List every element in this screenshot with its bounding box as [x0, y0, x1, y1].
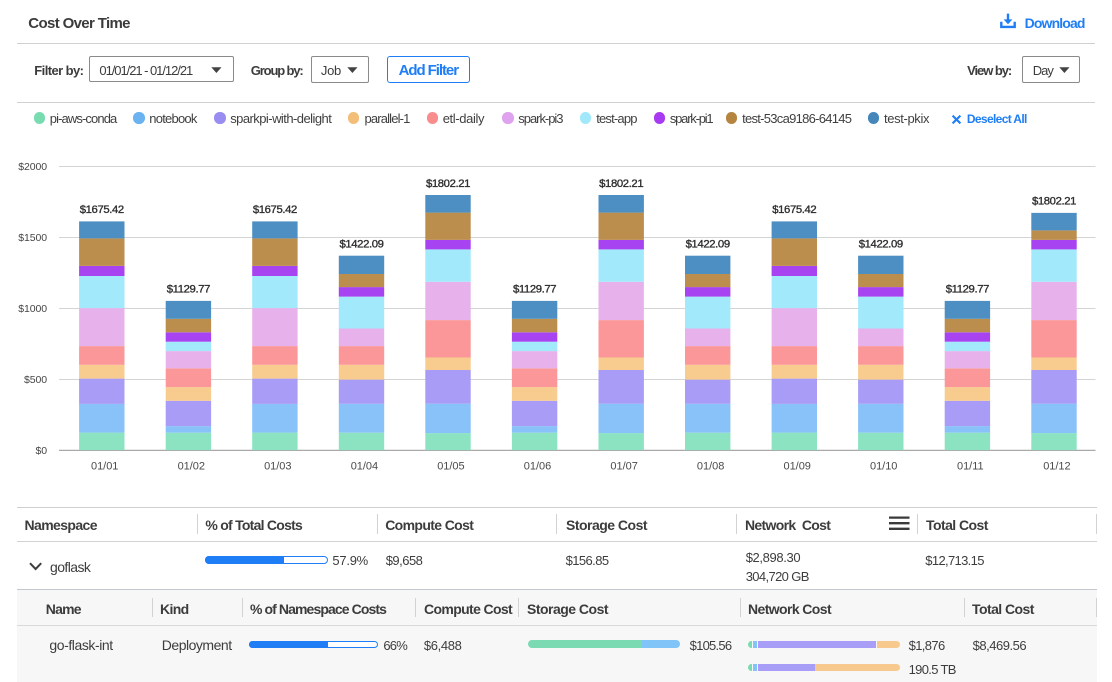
svg-text:$1000: $1000 [18, 303, 47, 315]
svg-text:01/04: 01/04 [351, 460, 378, 472]
svg-text:01/10: 01/10 [870, 460, 897, 472]
svg-text:$1675.42: $1675.42 [772, 204, 816, 216]
svg-text:$1675.42: $1675.42 [253, 204, 297, 216]
svg-text:$1802.21: $1802.21 [599, 178, 643, 190]
svg-text:01/11: 01/11 [957, 460, 984, 472]
svg-text:$1129.77: $1129.77 [167, 284, 210, 296]
svg-text:$1422.09: $1422.09 [859, 239, 903, 251]
svg-text:$0: $0 [35, 445, 47, 457]
svg-text:01/08: 01/08 [697, 460, 724, 472]
svg-text:$1802.21: $1802.21 [1032, 196, 1076, 208]
svg-text:$1802.21: $1802.21 [426, 178, 470, 190]
svg-text:$1129.77: $1129.77 [513, 284, 556, 296]
svg-text:01/05: 01/05 [437, 460, 464, 472]
svg-text:$1129.77: $1129.77 [946, 284, 989, 296]
svg-text:01/07: 01/07 [610, 460, 637, 472]
svg-text:01/12: 01/12 [1043, 460, 1070, 472]
svg-text:$1422.09: $1422.09 [686, 239, 730, 251]
svg-text:01/06: 01/06 [524, 460, 551, 472]
svg-text:$2000: $2000 [18, 161, 47, 173]
svg-text:$1422.09: $1422.09 [339, 239, 383, 251]
svg-text:$500: $500 [24, 374, 47, 386]
svg-text:01/01: 01/01 [91, 460, 118, 472]
svg-text:01/02: 01/02 [178, 460, 205, 472]
svg-text:01/03: 01/03 [264, 460, 291, 472]
svg-text:01/09: 01/09 [783, 460, 810, 472]
svg-text:$1675.42: $1675.42 [80, 204, 124, 216]
svg-text:$1500: $1500 [18, 232, 47, 244]
